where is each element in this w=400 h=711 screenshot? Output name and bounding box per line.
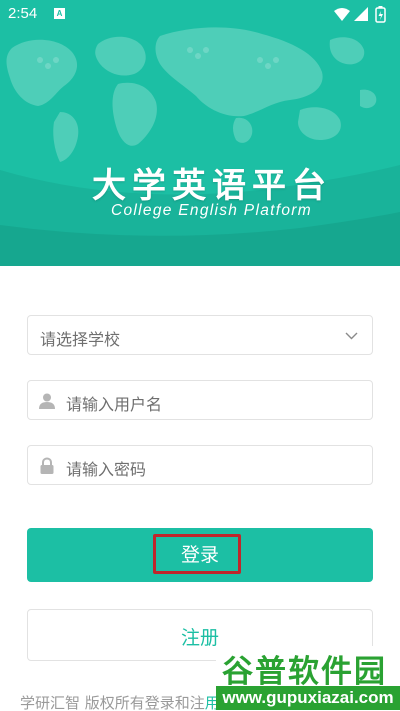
app-subtitle: College English Platform: [111, 202, 312, 219]
username-field[interactable]: 请输入用户名: [27, 380, 373, 420]
school-select[interactable]: 请选择学校: [27, 315, 373, 355]
header-banner: 2:54 A 大学英语平台 College English Platform: [0, 0, 400, 266]
login-button[interactable]: 登录: [27, 528, 373, 582]
watermark-logo: 谷普软件园 www.gupuxiazai.com: [216, 646, 400, 711]
watermark-url: www.gupuxiazai.com: [216, 686, 400, 710]
password-placeholder: 请输入密码: [66, 460, 147, 479]
notification-a-icon: A: [54, 8, 65, 19]
user-icon: [39, 393, 55, 409]
status-icons: [334, 6, 386, 23]
world-map-illustration: [0, 27, 400, 266]
watermark-text: 谷普软件园: [222, 654, 387, 690]
lock-icon: [40, 457, 54, 474]
login-button-label: 登录: [180, 544, 219, 566]
signal-icon: [354, 7, 368, 21]
app-title: 大学英语平台: [92, 166, 332, 206]
status-time: 2:54: [8, 5, 38, 22]
wifi-icon: [334, 8, 350, 21]
school-select-placeholder: 请选择学校: [40, 330, 121, 349]
chevron-down-icon: [345, 332, 358, 340]
username-placeholder: 请输入用户名: [66, 395, 163, 414]
footer-copyright: 学研汇智 版权所有登录和注: [20, 694, 205, 711]
battery-icon: [375, 6, 386, 23]
status-bar: 2:54 A: [0, 0, 400, 28]
password-field[interactable]: 请输入密码: [27, 445, 373, 485]
